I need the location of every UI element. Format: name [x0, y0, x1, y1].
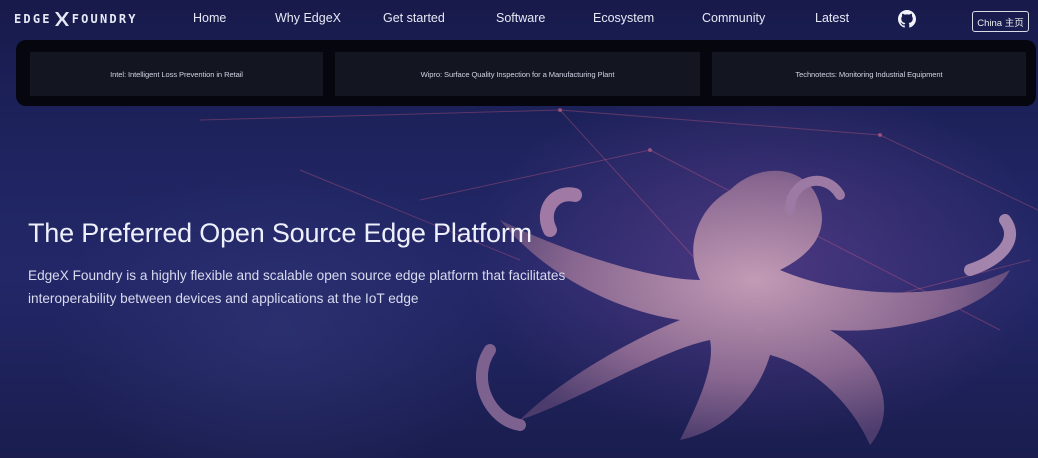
- nav-latest[interactable]: Latest: [815, 11, 849, 25]
- hero-subtitle: EdgeX Foundry is a highly flexible and s…: [28, 268, 566, 306]
- case-study-bar: Intel: Intelligent Loss Prevention in Re…: [16, 40, 1036, 106]
- nav-home[interactable]: Home: [193, 11, 226, 25]
- nav-software[interactable]: Software: [496, 11, 545, 25]
- hero-title: The Preferred Open Source Edge Platform: [28, 218, 532, 248]
- nav-why-edgex[interactable]: Why EdgeX: [275, 11, 341, 25]
- china-site-button[interactable]: China 主页: [972, 11, 1029, 32]
- github-icon[interactable]: [898, 10, 916, 28]
- nav-get-started[interactable]: Get started: [383, 11, 445, 25]
- edgex-x-icon: [54, 12, 70, 26]
- case-study-technotects[interactable]: Technotects: Monitoring Industrial Equip…: [712, 52, 1026, 96]
- nav-ecosystem[interactable]: Ecosystem: [593, 11, 654, 25]
- case-study-wipro[interactable]: Wipro: Surface Quality Inspection for a …: [335, 52, 700, 96]
- top-navigation: EDGE FOUNDRY Home Why EdgeX Get started …: [0, 0, 1038, 40]
- edgex-foundry-logo[interactable]: EDGE FOUNDRY: [14, 11, 138, 27]
- case-study-intel[interactable]: Intel: Intelligent Loss Prevention in Re…: [30, 52, 323, 96]
- nav-community[interactable]: Community: [702, 11, 765, 25]
